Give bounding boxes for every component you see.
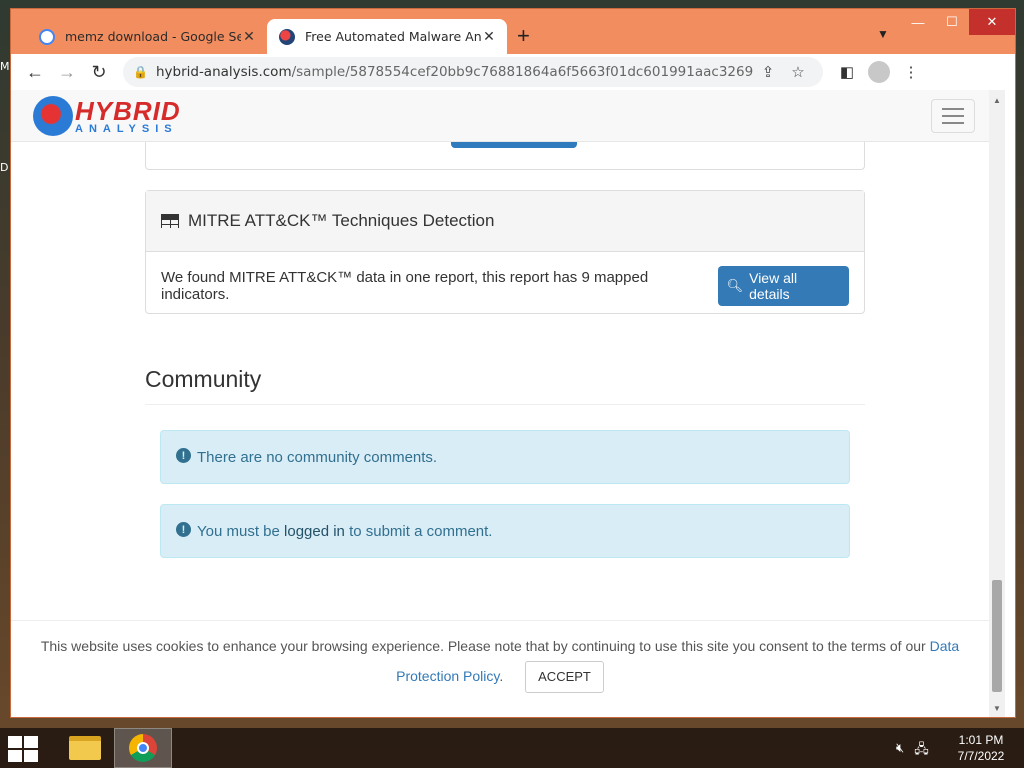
toolbar-right-actions: ◧ ⋮ [831, 61, 927, 83]
previous-panel-bottom [145, 142, 865, 170]
mitre-summary-text: We found MITRE ATT&CK™ data in one repor… [161, 269, 649, 303]
star-icon[interactable]: ☆ [783, 63, 813, 81]
volume-muted-icon[interactable]: 🔇︎ [896, 740, 904, 762]
address-url[interactable]: hybrid-analysis.com/sample/5878554cef20b… [156, 64, 753, 80]
browser-toolbar: ← → ↻ 🔒 hybrid-analysis.com/sample/58785… [11, 54, 1015, 90]
mitre-panel-heading: MITRE ATT&CK™ Techniques Detection [146, 191, 864, 252]
view-all-details-button[interactable]: 🔍︎ View all details [717, 266, 849, 306]
cookie-end: . [499, 668, 504, 684]
exclamation-circle-icon: ! [176, 448, 191, 463]
hybrid-analysis-logo[interactable]: HYBRID ANALYSIS [33, 96, 181, 136]
view-all-details-label: View all details [749, 270, 798, 302]
folder-icon [69, 736, 101, 760]
no-comments-alert: ! There are no community comments. [160, 430, 850, 484]
community-divider [145, 404, 865, 405]
cookie-text: This website uses cookies to enhance you… [40, 638, 930, 654]
share-icon[interactable]: ⇪ [753, 63, 783, 81]
lock-icon: 🔒 [133, 65, 148, 79]
chrome-icon [129, 734, 157, 762]
site-navbar: HYBRID ANALYSIS [11, 90, 989, 142]
google-favicon-icon [39, 29, 55, 45]
chrome-taskbar-button[interactable] [114, 728, 172, 768]
browser-window: memz download - Google Search ✕ Free Aut… [10, 8, 1016, 718]
maximize-button[interactable]: ☐ [935, 9, 969, 35]
network-icon[interactable]: 🖧 [914, 740, 929, 762]
address-bar[interactable]: 🔒 hybrid-analysis.com/sample/5878554cef2… [123, 57, 823, 87]
mitre-panel-body: We found MITRE ATT&CK™ data in one repor… [146, 252, 864, 320]
page-scrollbar[interactable]: ▲ ▼ [989, 90, 1005, 717]
cookie-banner: This website uses cookies to enhance you… [11, 620, 989, 717]
clock-date: 7/7/2022 [957, 749, 1005, 763]
no-comments-text: There are no community comments. [197, 448, 438, 466]
windows-start-icon[interactable] [8, 736, 38, 762]
tab-close-icon[interactable]: ✕ [241, 29, 257, 45]
scroll-down-icon[interactable]: ▼ [989, 704, 1005, 713]
url-path: /sample/5878554cef20bb9c76881864a6f5663f… [291, 64, 753, 80]
scrollbar-thumb[interactable] [992, 580, 1002, 692]
clock-time: 1:01 PM [958, 733, 1004, 747]
window-close-button[interactable]: ✕ [969, 9, 1015, 35]
community-heading: Community [145, 366, 262, 392]
nav-hamburger-button[interactable] [931, 99, 975, 133]
taskbar-clock[interactable]: 1:01 PM 7/7/2022 [950, 732, 1012, 764]
new-tab-button[interactable]: + [517, 25, 530, 47]
minimize-button[interactable]: — [901, 9, 935, 35]
forward-arrow-icon[interactable]: → [51, 56, 83, 88]
profile-icon[interactable] [868, 61, 890, 83]
accept-cookies-button[interactable]: ACCEPT [525, 661, 604, 693]
system-tray: 🔇︎ 🖧 [896, 740, 929, 762]
hybrid-analysis-favicon-icon [279, 29, 295, 45]
back-arrow-icon[interactable]: ← [19, 56, 51, 88]
file-explorer-taskbar-button[interactable] [56, 728, 114, 768]
exclamation-circle-icon: ! [176, 522, 191, 537]
windows-taskbar: 🔇︎ 🖧 1:01 PM 7/7/2022 [0, 728, 1024, 768]
tab-google-search[interactable]: memz download - Google Search ✕ [27, 19, 267, 54]
tab-hybrid-analysis[interactable]: Free Automated Malware Analysis Service … [267, 19, 507, 54]
tab-search-chevron-icon[interactable]: ▼ [877, 27, 889, 41]
url-domain: hybrid-analysis.com [155, 64, 292, 80]
kebab-menu-icon[interactable]: ⋮ [895, 63, 927, 81]
mitre-panel: MITRE ATT&CK™ Techniques Detection We fo… [145, 190, 865, 314]
window-controls: — ☐ ✕ [901, 9, 1015, 35]
previous-panel-button[interactable] [451, 142, 577, 148]
scroll-up-icon[interactable]: ▲ [989, 96, 1005, 105]
tab-title: Free Automated Malware Analysis Service [305, 29, 481, 44]
tab-close-icon[interactable]: ✕ [481, 29, 497, 45]
logged-in-link[interactable]: logged in [284, 523, 345, 540]
login-required-alert: ! You must be logged in to submit a comm… [160, 504, 850, 558]
side-panel-icon[interactable]: ◧ [831, 63, 863, 81]
search-icon: 🔍︎ [726, 278, 744, 293]
login-prefix-text: You must be [197, 522, 285, 540]
table-icon [161, 214, 179, 229]
logo-mark-icon [33, 96, 73, 136]
tab-strip: memz download - Google Search ✕ Free Aut… [11, 9, 1015, 54]
reload-icon[interactable]: ↻ [83, 56, 115, 88]
mitre-heading-text: MITRE ATT&CK™ Techniques Detection [188, 211, 495, 230]
logo-word-hybrid: HYBRID [75, 95, 181, 126]
tab-title: memz download - Google Search [65, 29, 241, 44]
logo-word-analysis: ANALYSIS [75, 122, 178, 135]
page-viewport: HYBRID ANALYSIS MITRE ATT&CK™ Techniques… [11, 90, 1015, 717]
login-suffix-text: to submit a comment. [344, 522, 493, 540]
